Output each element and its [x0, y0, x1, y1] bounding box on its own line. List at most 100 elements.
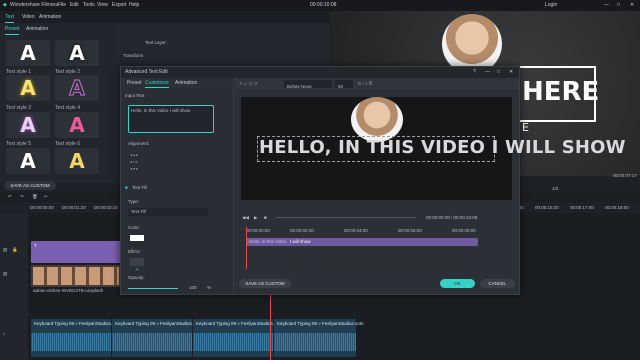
lock-icon[interactable]: 🔒	[12, 247, 18, 253]
save-as-custom-main-button[interactable]: SAVE AS CUSTOM	[4, 181, 56, 190]
text-tool-icons[interactable]: T ▭ ◷ ↺	[239, 78, 257, 90]
preview-time: 00:00:07:17	[613, 173, 637, 178]
text-layer-label: Text Layer:	[145, 40, 168, 45]
alignment-label: Alignment:	[128, 141, 150, 146]
text-style-tile[interactable]: A	[6, 40, 50, 66]
audio-clip[interactable]: Keyboard Typing 09 » FesliyanStudios.com	[31, 319, 120, 357]
help-icon[interactable]: ?	[473, 67, 476, 78]
tab-text[interactable]: Text	[5, 11, 15, 23]
opacity-label: Opacity:	[128, 275, 145, 280]
video-thumbnails	[33, 267, 119, 285]
cut-icon[interactable]: ✂	[44, 194, 48, 200]
dialog-text-track-clip[interactable]: Hello, In this Video I will show	[246, 238, 478, 246]
maximize-icon[interactable]: □	[617, 0, 620, 11]
effect-select[interactable]: A	[130, 258, 144, 272]
playback-scrubber[interactable]	[276, 217, 416, 218]
text-style-tile[interactable]: A	[6, 75, 50, 101]
audio-clip-label: Keyboard Typing 09 » FesliyanStudios.com	[277, 321, 364, 326]
subtab-animation[interactable]: Animation	[26, 23, 48, 35]
login-link[interactable]: Login	[545, 0, 557, 11]
dialog-maximize-icon[interactable]: □	[497, 67, 500, 78]
track-video-icon: ▤	[3, 271, 8, 276]
font-size-select[interactable]: 60	[335, 80, 353, 89]
dialog-tab-customize[interactable]: Customize	[145, 78, 169, 88]
input-text-field[interactable]: Hello, In this Video I will show	[128, 105, 214, 133]
panel-tabs: Text Video Animation	[0, 11, 330, 23]
menu-edit[interactable]: Edit	[70, 0, 79, 11]
ok-button[interactable]: OK	[440, 279, 475, 288]
ruler-tick-label: 00:00:01:20	[62, 205, 86, 210]
dialog-ruler-tick: 00:00:04:00	[344, 228, 368, 233]
close-icon[interactable]: ✕	[630, 0, 634, 11]
transform-label: Transform	[123, 53, 144, 58]
type-select[interactable]: Text Fill	[128, 208, 208, 216]
color-swatch[interactable]	[130, 235, 144, 241]
text-style-tile[interactable]: A	[6, 148, 50, 174]
dialog-save-as-custom-button[interactable]: SAVE AS CUSTOM	[239, 279, 291, 288]
dialog-playhead[interactable]	[246, 227, 247, 269]
dialog-timecode: 00:00:00:00 / 00:00:10:08	[426, 215, 478, 220]
play-icon[interactable]: ▶	[254, 215, 257, 221]
text-style-label: Text style 4	[55, 105, 81, 111]
dialog-playback-controls: ◀◀ ▶ ■ 00:00:00:00 / 00:00:10:08	[234, 213, 519, 223]
dialog-tab-preset[interactable]: Preset	[127, 78, 141, 88]
delete-icon[interactable]: 🗑	[32, 194, 38, 200]
text-style-grid: A Text style 1 A Text style 2 A Text sty…	[0, 35, 115, 183]
redo-icon[interactable]: ↷	[20, 194, 24, 200]
menu-help[interactable]: Help	[129, 0, 139, 11]
input-text-header: Input Text	[125, 93, 145, 98]
text-style-tile[interactable]: A	[55, 112, 99, 138]
sub-tabs: Preset Animation	[0, 23, 115, 35]
ruler-tick-label: 00:00:00:00	[30, 205, 54, 210]
text-style-tile[interactable]: A	[55, 75, 99, 101]
dialog-close-icon[interactable]: ✕	[509, 67, 513, 78]
tab-animation[interactable]: Animation	[39, 11, 61, 23]
menu-export[interactable]: Export	[112, 0, 126, 11]
dialog-tab-animation[interactable]: Animation	[175, 78, 197, 88]
input-text-value: Hello, In this Video I will show	[131, 108, 191, 113]
type-select-value: Text Fill	[131, 209, 147, 214]
text-format-toolbar: T ▭ ◷ ↺ Bebas Neue 60 B I ≡ ≣	[234, 78, 519, 90]
dialog-track-text-a: Hello, In this Video	[249, 239, 287, 244]
customize-panel: Input Text Hello, In this Video I will s…	[121, 89, 234, 294]
audio-clip[interactable]: Keyboard Typing 09 » FesliyanStudios.com	[274, 319, 363, 357]
text-clip[interactable]: T	[31, 241, 121, 263]
text-style-tile[interactable]: A	[55, 40, 99, 66]
dialog-ruler-tick: 00:00:08:00	[452, 228, 476, 233]
audio-clip[interactable]: Keyboard Typing 09 » FesliyanStudios.com	[193, 319, 282, 357]
subtab-preset[interactable]: Preset	[5, 23, 20, 35]
stop-icon[interactable]: ■	[264, 215, 267, 220]
menu-view[interactable]: View	[97, 0, 108, 11]
waveform	[274, 333, 356, 351]
undo-icon[interactable]: ↶	[8, 194, 12, 200]
text-fill-checkbox[interactable]: ■	[125, 185, 128, 190]
ruler-tick-label: 00:00:03:10	[94, 205, 118, 210]
opacity-value[interactable]: 100	[189, 285, 197, 290]
font-style-icons[interactable]: B I ≡ ≣	[358, 78, 372, 90]
text-style-label: Text style 5	[6, 141, 32, 147]
ruler-tick-label: 00:00:16:20	[535, 205, 559, 210]
opacity-slider[interactable]	[128, 288, 178, 289]
canvas-title-text[interactable]: HELLO, IN THIS VIDEO I WILL SHOW	[259, 137, 626, 158]
prev-frame-icon[interactable]: ◀◀	[242, 215, 249, 221]
track-audio-icon: ♪	[3, 331, 6, 336]
minimize-icon[interactable]: —	[604, 0, 609, 11]
audio-clip-label: Keyboard Typing 09 » FesliyanStudios.com	[115, 321, 202, 326]
menu-file[interactable]: File	[58, 0, 66, 11]
waveform	[31, 333, 111, 351]
filmora-window: ◆ Wondershare Filmora File Edit Tools Vi…	[0, 0, 640, 360]
ruler-tick-label: 00:00:17:00	[570, 205, 594, 210]
video-clip[interactable]	[31, 265, 121, 287]
project-timecode: 00:00:10:08	[310, 2, 337, 8]
menu-tools[interactable]: Tools	[83, 0, 95, 11]
alignment-grid[interactable]: ◂ ▴ ▸ ◂ ▪ ▸ ◂ ▾ ▸	[130, 151, 152, 173]
tab-video[interactable]: Video	[22, 11, 35, 23]
audio-clip[interactable]: Keyboard Typing 09 » FesliyanStudios.com	[112, 319, 201, 357]
font-select[interactable]: Bebas Neue	[284, 80, 332, 89]
text-fill-label: Text Fill	[132, 185, 148, 190]
dialog-minimize-icon[interactable]: —	[485, 67, 490, 78]
text-style-tile[interactable]: A	[6, 112, 50, 138]
dialog-ruler: 00:00:00:00 00:00:02:00 00:00:04:00 00:0…	[246, 227, 516, 235]
cancel-button[interactable]: CANCEL	[480, 279, 515, 288]
text-style-tile[interactable]: A	[55, 148, 99, 174]
